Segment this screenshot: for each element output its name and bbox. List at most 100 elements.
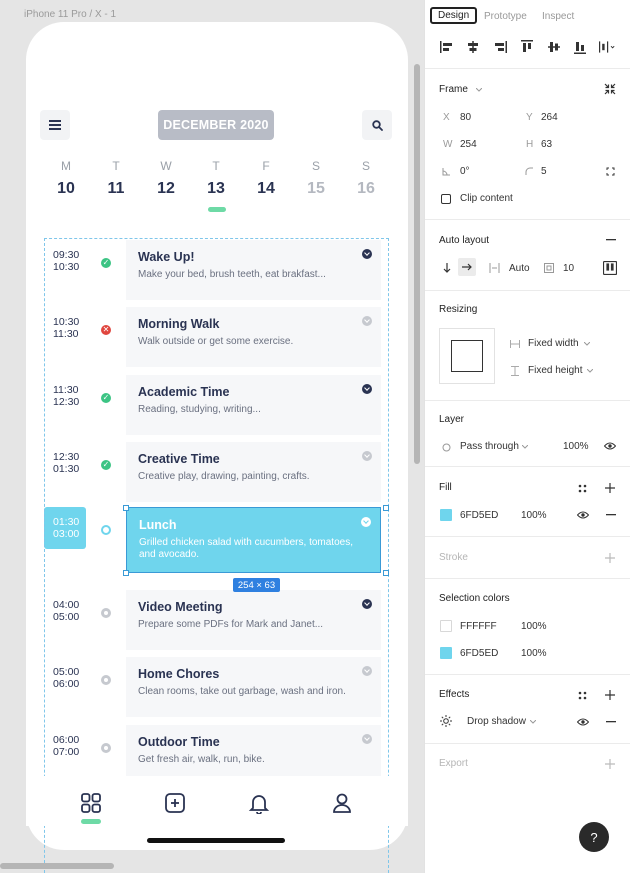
distribute-icon[interactable] (599, 39, 615, 55)
chevron-down-icon[interactable] (361, 517, 371, 527)
frame-label[interactable]: iPhone 11 Pro / X - 1 (24, 9, 116, 20)
tab-prototype[interactable]: Prototype (484, 11, 527, 22)
frame-section-title[interactable]: Frame (439, 84, 468, 95)
add-fill-icon[interactable] (603, 481, 617, 495)
tab-notifications[interactable] (246, 790, 272, 816)
help-button[interactable]: ? (579, 822, 609, 852)
month-selector[interactable]: DECEMBER 2020 (158, 110, 274, 140)
fill-hex-input[interactable]: 6FD5ED (460, 510, 498, 521)
chevron-down-icon[interactable] (362, 249, 372, 259)
layer-opacity-input[interactable]: 100% (563, 441, 589, 452)
chevron-down-icon[interactable] (362, 384, 372, 394)
day-item[interactable]: F 14 (241, 159, 291, 198)
horizontal-scrollbar[interactable] (0, 863, 114, 869)
tab-add[interactable] (162, 790, 188, 816)
style-grid-icon[interactable] (576, 689, 588, 701)
task-row[interactable]: 09:30 10:30 ✓ Wake Up! Make your bed, brush … (44, 240, 389, 302)
h-input[interactable]: 63 (541, 139, 552, 150)
spacing-mode[interactable]: Auto (509, 263, 530, 274)
chevron-down-icon[interactable] (521, 443, 529, 451)
x-icon[interactable]: ✕ (101, 325, 111, 335)
menu-button[interactable] (40, 110, 70, 140)
align-right-icon[interactable] (492, 39, 508, 55)
resize-handle-tl[interactable] (123, 505, 129, 511)
day-item[interactable]: M 10 (41, 159, 91, 198)
task-card[interactable]: Lunch Grilled chicken salad with cucumber… (126, 507, 381, 573)
auto-layout-section-title[interactable]: Auto layout (439, 235, 489, 246)
align-bottom-icon[interactable] (572, 39, 588, 55)
search-button[interactable] (362, 110, 392, 140)
chevron-down-icon[interactable] (362, 666, 372, 676)
remove-effect-icon[interactable] (605, 718, 617, 726)
selection-color-swatch-cyan[interactable] (440, 647, 452, 659)
selection-color-hex[interactable]: 6FD5ED (460, 648, 498, 659)
task-row[interactable]: 05:00 06:00 Home Chores Clean rooms, take o… (44, 657, 389, 719)
fill-opacity-input[interactable]: 100% (521, 510, 547, 521)
add-stroke-icon[interactable] (603, 551, 617, 565)
align-left-icon[interactable] (439, 39, 455, 55)
task-card[interactable]: Creative Time Creative play, drawing, pai… (126, 442, 381, 502)
align-vertical-center-icon[interactable] (546, 39, 562, 55)
tab-inspect[interactable]: Inspect (542, 11, 574, 22)
chevron-down-icon[interactable] (583, 340, 591, 348)
height-mode[interactable]: Fixed height (528, 365, 582, 376)
blend-mode-select[interactable]: Pass through (460, 441, 519, 452)
tab-profile[interactable] (329, 790, 355, 816)
chevron-down-icon[interactable] (529, 718, 537, 726)
pending-dot-icon[interactable] (101, 675, 111, 685)
sun-icon[interactable] (439, 714, 453, 728)
chevron-down-icon[interactable] (475, 86, 483, 94)
resize-handle-bl[interactable] (123, 570, 129, 576)
day-item[interactable]: T 13 (191, 159, 241, 198)
y-input[interactable]: 264 (541, 112, 558, 123)
day-item[interactable]: T 11 (91, 159, 141, 198)
rotation-input[interactable]: 0° (460, 166, 470, 177)
design-canvas[interactable]: iPhone 11 Pro / X - 1 DECEMBER 2020 M 10 T… (0, 0, 424, 873)
corner-radius-input[interactable]: 5 (541, 166, 547, 177)
width-mode[interactable]: Fixed width (528, 338, 579, 349)
w-input[interactable]: 254 (460, 139, 477, 150)
align-top-icon[interactable] (519, 39, 535, 55)
vertical-scrollbar[interactable] (414, 64, 420, 464)
task-card[interactable]: Video Meeting Prepare some PDFs for Mark … (126, 590, 381, 650)
tab-design[interactable]: Design (430, 7, 478, 24)
check-icon[interactable]: ✓ (101, 393, 111, 403)
eye-icon[interactable] (576, 509, 590, 521)
day-item[interactable]: W 12 (141, 159, 191, 198)
style-grid-icon[interactable] (576, 482, 588, 494)
collapse-frame-icon[interactable] (603, 82, 617, 96)
x-input[interactable]: 80 (460, 112, 471, 123)
padding-input[interactable]: 10 (563, 263, 574, 274)
eye-icon[interactable] (603, 440, 617, 452)
day-item[interactable]: S 16 (341, 159, 391, 198)
align-horizontal-center-icon[interactable] (465, 39, 481, 55)
pending-dot-icon[interactable] (101, 743, 111, 753)
remove-auto-layout-icon[interactable] (605, 236, 617, 244)
selection-color-opacity[interactable]: 100% (521, 621, 547, 632)
selection-color-hex[interactable]: FFFFFF (460, 621, 497, 632)
task-card[interactable]: Academic Time Reading, studying, writing.… (126, 375, 381, 435)
task-row[interactable]: 11:30 12:30 ✓ Academic Time Reading, studyin… (44, 375, 389, 437)
resize-handle-br[interactable] (383, 570, 389, 576)
add-effect-icon[interactable] (603, 688, 617, 702)
day-item[interactable]: S 15 (291, 159, 341, 198)
check-icon[interactable]: ✓ (101, 258, 111, 268)
fill-color-swatch[interactable] (440, 509, 452, 521)
task-row[interactable]: 01:30 03:00 Lunch Grilled chicken salad wit… (44, 507, 389, 573)
task-row[interactable]: 04:00 05:00 Video Meeting Prepare some PDFs… (44, 590, 389, 652)
resize-handle-tr[interactable] (383, 505, 389, 511)
chevron-down-icon[interactable] (362, 451, 372, 461)
task-row[interactable]: 10:30 11:30 ✕ Morning Walk Walk outside or g… (44, 307, 389, 369)
chevron-down-icon[interactable] (362, 599, 372, 609)
eye-icon[interactable] (576, 716, 590, 728)
selection-color-opacity[interactable]: 100% (521, 648, 547, 659)
pending-dot-icon[interactable] (101, 608, 111, 618)
pending-dot-icon[interactable] (101, 525, 111, 535)
task-card[interactable]: Morning Walk Walk outside or get some exe… (126, 307, 381, 367)
selection-color-swatch-white[interactable] (440, 620, 452, 632)
chevron-down-icon[interactable] (362, 316, 372, 326)
alignment-settings-icon[interactable] (602, 260, 618, 276)
arrow-down-icon[interactable] (441, 262, 453, 274)
tab-home[interactable] (78, 790, 104, 816)
chevron-down-icon[interactable] (362, 734, 372, 744)
